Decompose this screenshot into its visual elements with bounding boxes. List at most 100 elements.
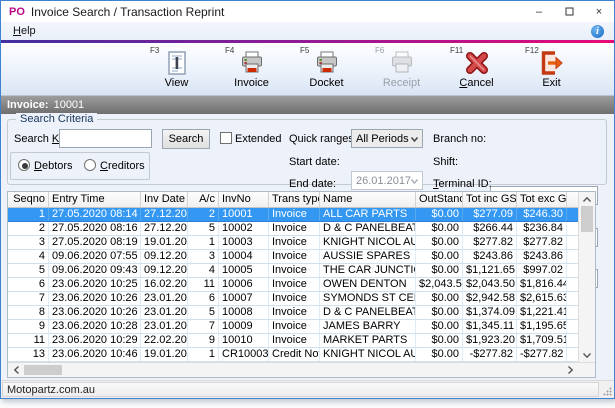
debtors-radio[interactable]: Debtors bbox=[18, 159, 73, 172]
column-header-inv_date[interactable]: Inv Date bbox=[141, 192, 188, 207]
cell-tot_exc_gst: $1,709.51 bbox=[517, 334, 567, 347]
column-header-entry_time[interactable]: Entry Time bbox=[49, 192, 141, 207]
horizontal-scroll-track[interactable] bbox=[62, 363, 562, 377]
cell-tot_exc_gst: $1,195.65 bbox=[517, 320, 567, 333]
column-header-ac[interactable]: A/c bbox=[188, 192, 219, 207]
cell-inv_date: 09.12.2015 bbox=[141, 250, 188, 263]
creditors-radio[interactable]: Creditors bbox=[84, 159, 145, 172]
scroll-left-button[interactable] bbox=[8, 363, 24, 377]
vertical-scroll-thumb[interactable] bbox=[581, 206, 593, 232]
cell-entry_time: 09.06.2020 09:43 bbox=[49, 264, 141, 277]
cell-tot_inc_gst: $2,043.50 bbox=[463, 278, 517, 291]
table-row[interactable]: 1123.06.2020 10:2922.02.2016910010Invoic… bbox=[8, 334, 578, 348]
table-row[interactable]: 1323.06.2020 10:4619.01.20161CR10003Cred… bbox=[8, 348, 578, 362]
start-date-select: 26.01.2017 bbox=[351, 171, 423, 190]
docket-button[interactable]: F5 Docket bbox=[289, 43, 364, 95]
invoice-header-bar: Invoice: 10001 bbox=[1, 96, 614, 114]
vertical-scroll-track[interactable] bbox=[579, 232, 595, 348]
toolbar: F3 View F4 Invoice F bbox=[1, 43, 614, 96]
invoice-button[interactable]: F4 Invoice bbox=[214, 43, 289, 95]
cell-filler bbox=[567, 320, 578, 333]
cancel-button[interactable]: F11 Cancel bbox=[439, 43, 514, 95]
vertical-scrollbar[interactable] bbox=[578, 192, 595, 362]
column-header-outstanding[interactable]: OutStanding bbox=[416, 192, 463, 207]
minimize-button[interactable]: – bbox=[524, 1, 554, 22]
table-row[interactable]: 127.05.2020 08:1427.12.2015210001Invoice… bbox=[8, 208, 578, 222]
cell-filler bbox=[567, 334, 578, 347]
cell-outstanding: $0.00 bbox=[416, 320, 463, 333]
cell-tot_inc_gst: $2,942.58 bbox=[463, 292, 517, 305]
cell-trans_type: Invoice bbox=[269, 320, 320, 333]
cell-ac: 11 bbox=[188, 278, 219, 291]
app-window: PO Invoice Search / Transaction Reprint … bbox=[0, 0, 615, 399]
cell-inv_no: 10007 bbox=[219, 292, 269, 305]
horizontal-scroll-thumb[interactable] bbox=[24, 365, 62, 375]
cell-ac: 4 bbox=[188, 264, 219, 277]
cell-seqno: 4 bbox=[8, 250, 49, 263]
scroll-right-button[interactable] bbox=[562, 363, 578, 377]
table-row[interactable]: 923.06.2020 10:2823.01.2016710009Invoice… bbox=[8, 320, 578, 334]
cell-seqno: 8 bbox=[8, 306, 49, 319]
table-row[interactable]: 723.06.2020 10:2623.01.2016610007Invoice… bbox=[8, 292, 578, 306]
cell-tot_exc_gst: $1,221.41 bbox=[517, 306, 567, 319]
column-header-inv_no[interactable]: InvNo bbox=[219, 192, 269, 207]
quick-ranges-select[interactable]: All Periods bbox=[351, 129, 423, 148]
cell-outstanding: $0.00 bbox=[416, 348, 463, 361]
column-header-seqno[interactable]: Seqno bbox=[8, 192, 49, 207]
printer-icon bbox=[314, 50, 340, 76]
main-content: Search Criteria Search Key: Search Exten… bbox=[1, 114, 614, 380]
cell-trans_type: Invoice bbox=[269, 236, 320, 249]
cell-tot_exc_gst: -$277.82 bbox=[517, 348, 567, 361]
info-icon[interactable]: i bbox=[591, 25, 604, 38]
column-header-tot_exc_gst[interactable]: Tot exc GST bbox=[517, 192, 567, 207]
cell-trans_type: Invoice bbox=[269, 306, 320, 319]
cell-tot_inc_gst: $266.44 bbox=[463, 222, 517, 235]
search-criteria-legend: Search Criteria bbox=[16, 113, 97, 125]
table-row[interactable]: 509.06.2020 09:4309.12.2015410005Invoice… bbox=[8, 264, 578, 278]
cell-inv_date: 23.01.2016 bbox=[141, 292, 188, 305]
column-header-trans_type[interactable]: Trans type bbox=[269, 192, 320, 207]
table-row[interactable]: 409.06.2020 07:5509.12.2015310004Invoice… bbox=[8, 250, 578, 264]
cell-tot_inc_gst: $243.86 bbox=[463, 250, 517, 263]
cell-tot_inc_gst: $1,345.11 bbox=[463, 320, 517, 333]
cell-inv_date: 27.12.2015 bbox=[141, 208, 188, 221]
cell-trans_type: Invoice bbox=[269, 250, 320, 263]
menu-help[interactable]: Help bbox=[7, 24, 42, 38]
extended-checkbox[interactable]: Extended bbox=[220, 132, 281, 145]
column-header-tot_inc_gst[interactable]: Tot inc GST bbox=[463, 192, 517, 207]
table-row[interactable]: 327.05.2020 08:1919.01.2016110003Invoice… bbox=[8, 236, 578, 250]
cell-entry_time: 27.05.2020 08:19 bbox=[49, 236, 141, 249]
cell-seqno: 5 bbox=[8, 264, 49, 277]
invoice-bar-value: 10001 bbox=[54, 99, 85, 111]
receipt-label: Receipt bbox=[364, 77, 439, 89]
search-key-input[interactable] bbox=[59, 129, 152, 148]
close-button[interactable]: × bbox=[584, 1, 614, 22]
status-bar: Motopartz.com.au bbox=[1, 380, 614, 398]
column-header-name[interactable]: Name bbox=[320, 192, 416, 207]
cell-ac: 2 bbox=[188, 208, 219, 221]
scroll-down-button[interactable] bbox=[579, 348, 595, 362]
view-document-icon bbox=[164, 50, 190, 76]
table-header-row[interactable]: SeqnoEntry TimeInv DateA/cInvNoTrans typ… bbox=[8, 192, 578, 208]
window-title: Invoice Search / Transaction Reprint bbox=[31, 5, 524, 19]
cell-tot_exc_gst: $246.30 bbox=[517, 208, 567, 221]
cell-tot_exc_gst: $2,615.63 bbox=[517, 292, 567, 305]
view-button[interactable]: F3 View bbox=[139, 43, 214, 95]
table-row[interactable]: 227.05.2020 08:1627.12.2015510002Invoice… bbox=[8, 222, 578, 236]
maximize-button[interactable] bbox=[554, 1, 584, 22]
exit-icon bbox=[539, 50, 565, 76]
table-row[interactable]: 823.06.2020 10:2623.01.2016510008Invoice… bbox=[8, 306, 578, 320]
scroll-up-button[interactable] bbox=[579, 192, 595, 206]
exit-button[interactable]: F12 Exit bbox=[514, 43, 589, 95]
resize-grip[interactable] bbox=[600, 381, 614, 398]
search-button[interactable]: Search bbox=[162, 129, 210, 149]
cell-name: OWEN DENTON bbox=[320, 278, 416, 291]
cell-entry_time: 09.06.2020 07:55 bbox=[49, 250, 141, 263]
horizontal-scrollbar[interactable] bbox=[8, 362, 595, 377]
start-date-label: Start date: bbox=[289, 156, 340, 168]
table-row[interactable]: 623.06.2020 10:2516.02.20161110006Invoic… bbox=[8, 278, 578, 292]
start-date-value: 26.01.2017 bbox=[356, 175, 411, 187]
cell-inv_date: 16.02.2016 bbox=[141, 278, 188, 291]
cell-entry_time: 23.06.2020 10:25 bbox=[49, 278, 141, 291]
cell-name: AUSSIE SPARES bbox=[320, 250, 416, 263]
